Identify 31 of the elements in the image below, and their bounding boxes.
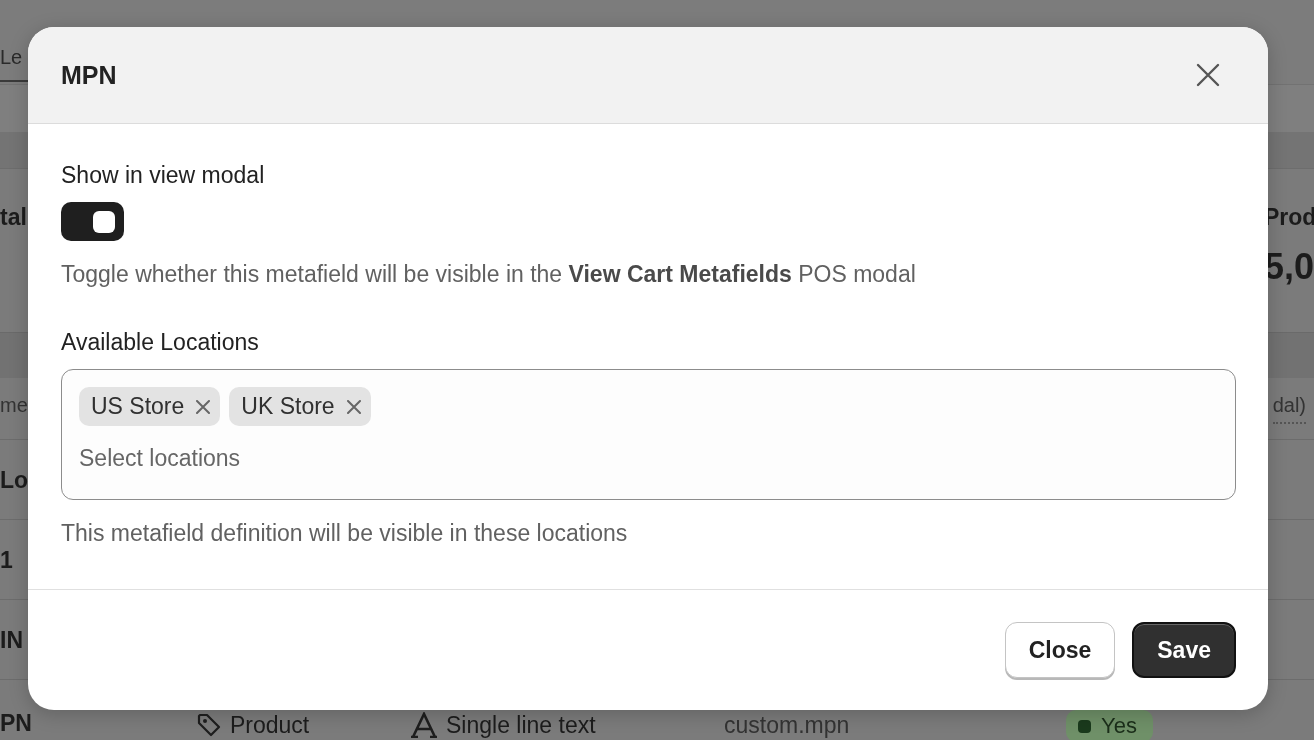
location-select[interactable]: US Store UK Store Select locations — [61, 369, 1236, 500]
table-cell-text: custom.mpn — [724, 710, 851, 740]
close-button[interactable] — [1196, 63, 1220, 87]
status-badge: Yes — [1066, 710, 1153, 740]
table-cell-text: PN — [0, 710, 33, 738]
remove-button[interactable] — [346, 399, 361, 414]
remove-button[interactable] — [196, 399, 211, 414]
table-cell-text: 1 — [0, 547, 14, 575]
field-label: Show in view modal — [61, 162, 265, 189]
tag-label: UK Store — [241, 393, 335, 420]
toggle-switch[interactable] — [61, 202, 124, 241]
close-icon — [1196, 63, 1220, 87]
tag-label: US Store — [91, 393, 185, 420]
remove-icon — [196, 399, 211, 414]
field-label: Available Locations — [61, 329, 259, 356]
column-header: me — [0, 394, 28, 418]
column-header: dal) — [1272, 394, 1306, 424]
table-cell: Product — [230, 711, 310, 739]
table-cell-text: IN — [0, 627, 24, 655]
location-input[interactable]: Select locations — [79, 445, 479, 472]
table-cell-text: Lo — [0, 467, 30, 495]
save-button[interactable]: Save — [1132, 622, 1236, 678]
summary-label: tal — [0, 204, 27, 232]
modal-title: MPN — [61, 60, 117, 90]
help-text: Toggle whether this metafield will be visible in the View Cart Metafields POS modal — [61, 261, 916, 288]
letter-a-icon — [410, 712, 438, 738]
close-button[interactable]: Close — [1004, 622, 1116, 678]
tag-icon — [196, 712, 222, 738]
help-text: This metafield definition will be visible in these locations — [61, 520, 628, 547]
table-cell: Single line text — [446, 711, 596, 739]
remove-icon — [346, 399, 361, 414]
